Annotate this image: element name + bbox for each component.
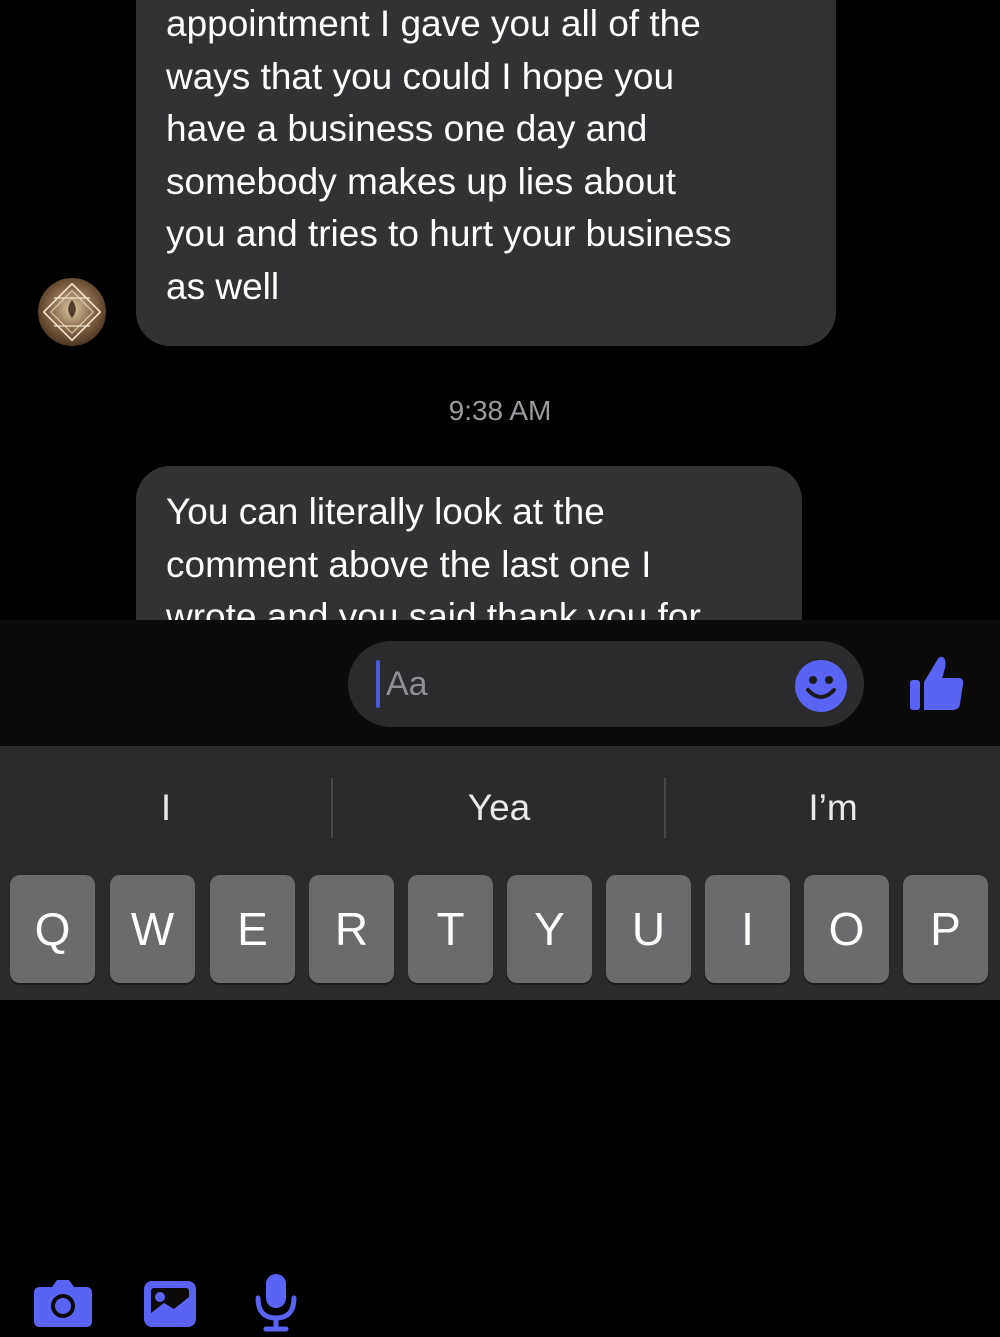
key-r[interactable]: R xyxy=(309,875,394,983)
suggestion-1[interactable]: I xyxy=(0,768,332,848)
message-bubble-incoming[interactable]: You can literally look at the comment ab… xyxy=(136,466,802,620)
message-text: You can literally look at the comment ab… xyxy=(166,491,701,620)
contact-avatar[interactable] xyxy=(38,278,106,346)
message-input-placeholder: Aa xyxy=(386,665,428,703)
suggestion-3[interactable]: I’m xyxy=(666,768,1000,848)
image-icon[interactable] xyxy=(142,1279,198,1334)
camera-icon[interactable] xyxy=(32,1277,94,1334)
key-i[interactable]: I xyxy=(705,875,790,983)
key-e[interactable]: E xyxy=(210,875,295,983)
emoji-icon[interactable] xyxy=(794,659,848,718)
microphone-icon[interactable] xyxy=(252,1272,300,1337)
key-w[interactable]: W xyxy=(110,875,195,983)
message-bubble-incoming[interactable]: appointment I gave you all of the ways t… xyxy=(136,0,836,346)
key-t[interactable]: T xyxy=(408,875,493,983)
message-timestamp: 9:38 AM xyxy=(448,395,552,426)
thumbs-up-icon[interactable] xyxy=(906,652,968,719)
key-o[interactable]: O xyxy=(804,875,889,983)
key-p[interactable]: P xyxy=(903,875,988,983)
key-q[interactable]: Q xyxy=(10,875,95,983)
suggestion-2[interactable]: Yea xyxy=(333,768,665,848)
conversation-view: appointment I gave you all of the ways t… xyxy=(0,0,1000,620)
message-text: appointment I gave you all of the ways t… xyxy=(166,3,732,307)
text-caret xyxy=(376,660,380,708)
key-u[interactable]: U xyxy=(606,875,691,983)
key-y[interactable]: Y xyxy=(507,875,592,983)
